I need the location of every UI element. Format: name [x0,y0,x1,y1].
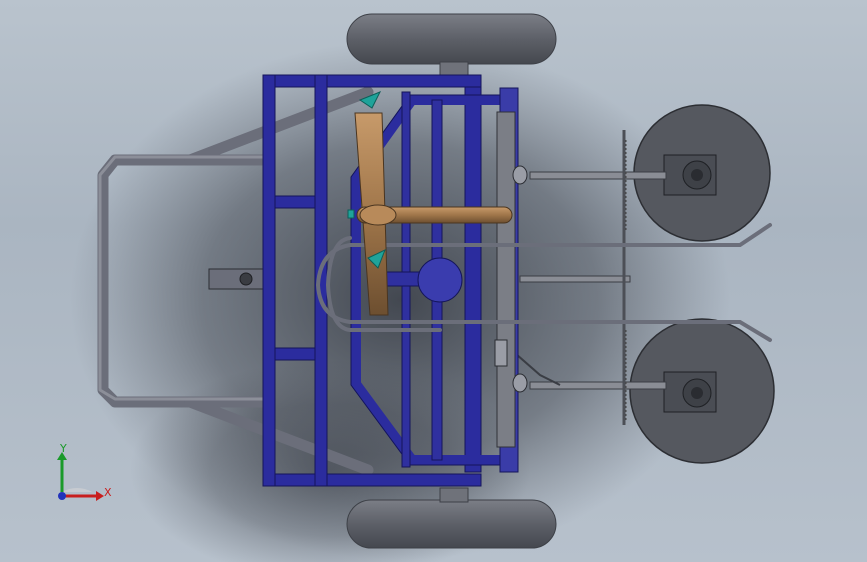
center-boss [417,257,463,303]
axle-hub-top [439,61,469,77]
tire-bottom [346,499,557,549]
machine-top-view [70,13,775,562]
x-axis-arrow [96,491,104,501]
axle-hub-bottom [439,487,469,503]
y-axis-label: Y [60,442,67,455]
hitch-bracket [208,268,266,290]
cad-graphics-area[interactable]: Y X [0,0,867,562]
cross-beam [496,111,516,448]
disc-lower [629,318,775,464]
x-axis-label: X [104,486,112,499]
z-axis-dot [58,492,66,500]
tire-top [346,13,557,65]
coordinate-triad: Y X [48,438,118,508]
